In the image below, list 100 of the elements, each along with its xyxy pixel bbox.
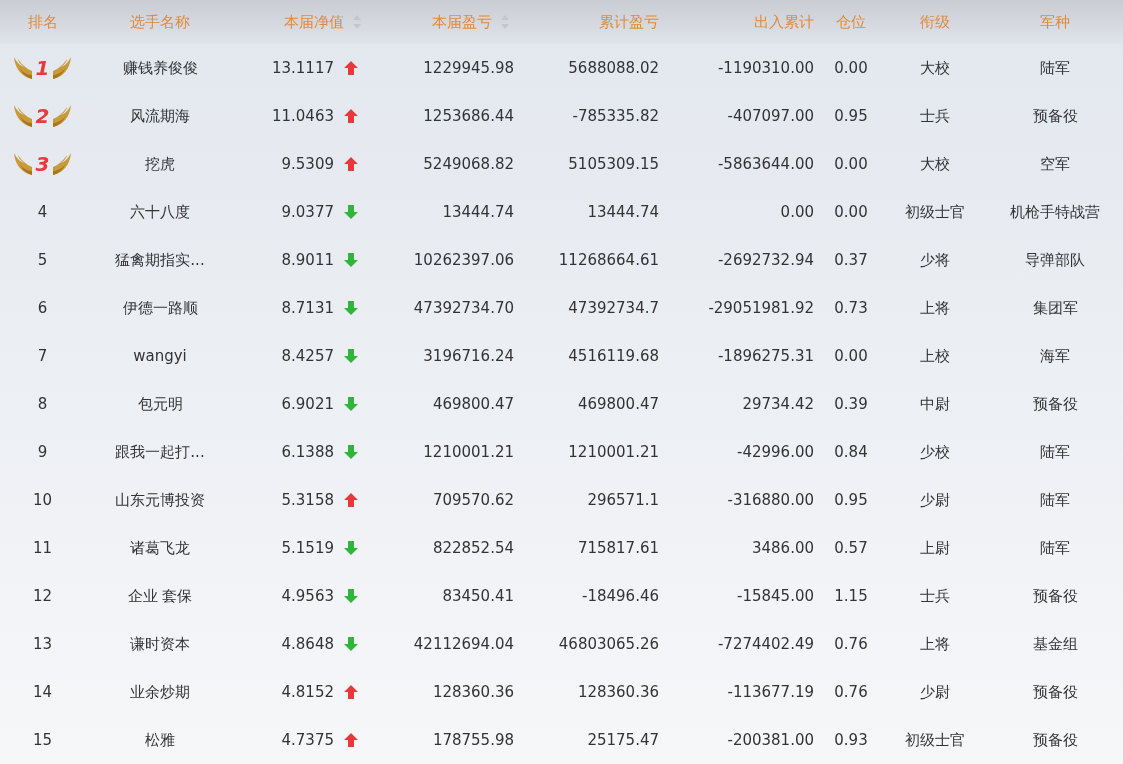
profit-loss: 128360.36 [431, 681, 515, 703]
rank-title: 中尉 [918, 393, 951, 415]
net-value: 6.1388 [281, 441, 334, 463]
rank-number: 12 [32, 586, 53, 605]
player-name: 包元明 [136, 393, 184, 415]
cumulative-profit-loss: 25175.47 [586, 729, 660, 751]
cumulative-flow: -15845.00 [736, 585, 815, 607]
rank-title: 少校 [918, 441, 951, 463]
net-value: 5.3158 [281, 489, 334, 511]
net-value: 11.0463 [271, 105, 334, 127]
cumulative-profit-loss: 47392734.7 [567, 297, 660, 319]
wing-icon [51, 55, 74, 81]
profit-loss: 83450.41 [441, 585, 515, 607]
cumulative-flow: -2692732.94 [716, 249, 815, 271]
position-value: 0.76 [833, 633, 869, 655]
profit-loss: 5249068.82 [422, 153, 515, 175]
rank-number: 13 [32, 634, 53, 653]
player-name: 赚钱养俊俊 [121, 57, 199, 79]
rank-number: 5 [37, 250, 48, 269]
cumulative-flow: -316880.00 [726, 489, 815, 511]
column-header: 仓位 [835, 11, 867, 33]
rank-number: 11 [32, 538, 53, 557]
rank-number: 1 [35, 58, 50, 78]
cumulative-profit-loss: 296571.1 [586, 489, 660, 511]
net-value: 9.0377 [281, 201, 334, 223]
position-value: 0.95 [833, 105, 869, 127]
cumulative-flow: 29734.42 [741, 393, 815, 415]
net-value: 9.5309 [281, 153, 334, 175]
cumulative-flow: 0.00 [779, 201, 815, 223]
profit-loss: 178755.98 [431, 729, 515, 751]
cumulative-flow: -42996.00 [736, 441, 815, 463]
player-name: 风流期海 [129, 105, 191, 127]
service-branch: 预备役 [1031, 585, 1079, 607]
rank-number: 2 [35, 106, 50, 126]
cumulative-flow: -407097.00 [726, 105, 815, 127]
rank-title: 上将 [918, 633, 951, 655]
profit-loss: 1253686.44 [422, 105, 515, 127]
service-branch: 空军 [1039, 153, 1071, 175]
position-value: 0.93 [833, 729, 869, 751]
player-name: wangyi [132, 345, 188, 367]
cumulative-flow: -1896275.31 [716, 345, 815, 367]
cumulative-profit-loss: 5688088.02 [567, 57, 660, 79]
position-value: 0.95 [833, 489, 869, 511]
profit-loss: 469800.47 [431, 393, 515, 415]
player-name: 挖虎 [144, 153, 176, 175]
cumulative-profit-loss: 13444.74 [586, 201, 660, 223]
position-value: 0.76 [833, 681, 869, 703]
player-name: 企业 套保 [126, 585, 194, 607]
player-name: 松雅 [144, 729, 176, 751]
service-branch: 基金组 [1031, 633, 1079, 655]
service-branch: 陆军 [1039, 57, 1071, 79]
cumulative-profit-loss: -785335.82 [571, 105, 660, 127]
service-branch: 集团军 [1031, 297, 1079, 319]
column-header[interactable]: 本届净值 [284, 10, 344, 34]
profit-loss: 822852.54 [431, 537, 515, 559]
rank-number: 10 [32, 490, 53, 509]
cumulative-profit-loss: 469800.47 [576, 393, 660, 415]
net-value: 13.1117 [271, 57, 334, 79]
position-value: 0.37 [833, 249, 869, 271]
rank-title: 少尉 [918, 489, 951, 511]
service-branch: 陆军 [1039, 489, 1071, 511]
cumulative-flow: -7274402.49 [716, 633, 815, 655]
player-name: 山东元博投资 [114, 489, 206, 511]
rank-number: 3 [35, 154, 50, 174]
rank-title: 士兵 [918, 105, 951, 127]
column-header: 排名 [26, 11, 59, 33]
cumulative-profit-loss: 11268664.61 [557, 249, 660, 271]
wing-icon [11, 103, 34, 129]
rank-number: 15 [32, 730, 53, 749]
net-value: 4.8648 [281, 633, 334, 655]
net-value: 8.4257 [281, 345, 334, 367]
rank-number: 9 [37, 442, 48, 461]
rank-number: 4 [37, 202, 48, 221]
rank-title: 少尉 [918, 681, 951, 703]
rank-number: 6 [37, 298, 48, 317]
net-value: 4.8152 [281, 681, 334, 703]
profit-loss: 3196716.24 [422, 345, 515, 367]
column-header[interactable]: 本届盈亏 [432, 10, 492, 34]
position-value: 0.00 [833, 153, 869, 175]
rank-title: 大校 [918, 153, 951, 175]
cumulative-flow: -113677.19 [726, 681, 815, 703]
column-header: 出入累计 [753, 11, 815, 33]
profit-loss: 10262397.06 [412, 249, 515, 271]
net-value: 4.9563 [281, 585, 334, 607]
service-branch: 陆军 [1039, 441, 1071, 463]
rank-title: 初级士官 [903, 729, 966, 751]
position-value: 0.73 [833, 297, 869, 319]
rank-title: 上尉 [918, 537, 951, 559]
cumulative-flow: -1190310.00 [716, 57, 815, 79]
player-name: 跟我一起打... [114, 441, 206, 463]
profit-loss: 709570.62 [431, 489, 515, 511]
service-branch: 机枪手特战营 [1009, 201, 1101, 223]
player-name: 诸葛飞龙 [129, 537, 191, 559]
column-header: 选手名称 [129, 11, 191, 33]
player-name: 谦时资本 [129, 633, 191, 655]
position-value: 0.84 [833, 441, 869, 463]
cumulative-profit-loss: 128360.36 [576, 681, 660, 703]
column-header: 军种 [1039, 11, 1071, 33]
profit-loss: 1229945.98 [422, 57, 515, 79]
player-name: 伊德一路顺 [121, 297, 199, 319]
